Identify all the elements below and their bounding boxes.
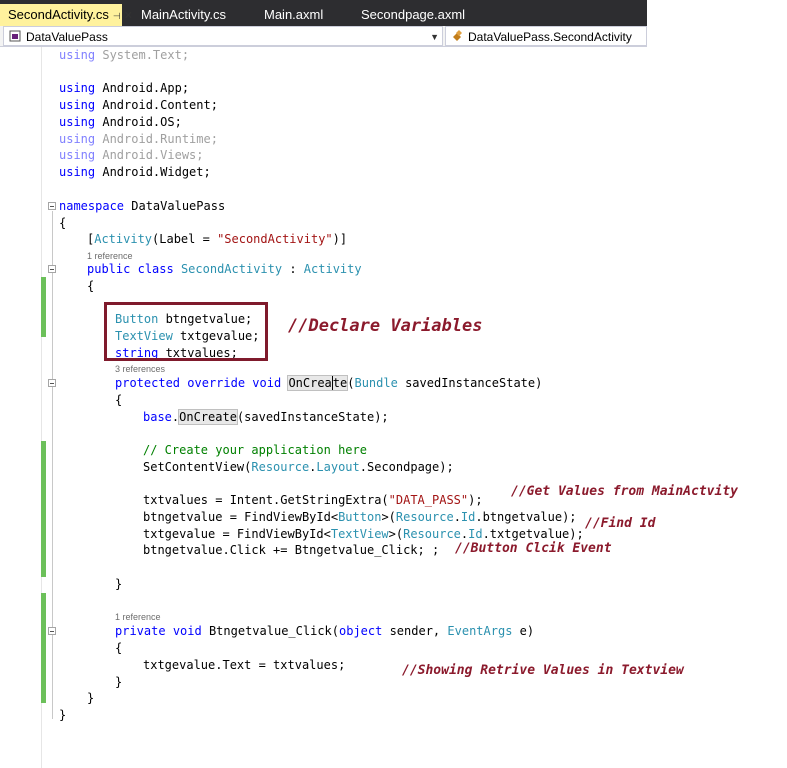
outline-line [52, 211, 53, 719]
change-marker [41, 441, 46, 577]
collapse-click-handler-icon[interactable] [48, 627, 56, 635]
pin-icon[interactable]: ⊣ [113, 11, 121, 21]
code-line: txtgevalue.Text = txtvalues; [143, 658, 346, 672]
highlighted-symbol[interactable]: OnCreate [287, 375, 349, 391]
code-line: using System.Text; [59, 48, 190, 62]
code-line: } [115, 577, 123, 591]
tab-label: MainActivity.cs [141, 7, 226, 22]
change-marker [41, 593, 46, 703]
tab-secondactivity-cs[interactable]: SecondActivity.cs ⊣ ✕ [0, 4, 133, 26]
codelens-references[interactable]: 3 references [115, 364, 165, 374]
code-line: using Android.Content; [59, 98, 218, 112]
code-line: txtgevalue = FindViewById<TextView>(Reso… [143, 527, 584, 541]
code-line: protected override void OnCreate(Bundle … [115, 375, 543, 391]
code-line: [Activity(Label = "SecondActivity")] [87, 232, 348, 246]
code-line: { [87, 279, 95, 293]
code-line: base.OnCreate(savedInstanceState); [143, 409, 389, 425]
tab-label: Main.axml [264, 7, 324, 22]
code-line: namespace DataValuePass [59, 199, 226, 213]
tab-mainactivity-cs[interactable]: MainActivity.cs [133, 4, 251, 26]
codelens-references[interactable]: 1 reference [115, 612, 161, 622]
annotation-declare-variables: //Declare Variables [288, 316, 483, 336]
code-line: } [59, 708, 67, 722]
annotation-get-values: //Get Values from MainActvity [511, 484, 738, 499]
collapse-namespace-icon[interactable] [48, 202, 56, 210]
codelens-references[interactable]: 1 reference [87, 251, 133, 261]
annotation-showing-values: //Showing Retrive Values in Textview [402, 663, 684, 678]
code-line: txtvalues = Intent.GetStringExtra("DATA_… [143, 493, 483, 507]
code-line: { [115, 641, 123, 655]
close-icon[interactable]: ✕ [124, 10, 133, 22]
class-icon [453, 30, 462, 41]
navigation-bar: DataValuePass ▼ DataValuePass.SecondActi… [0, 26, 647, 47]
code-line: public class SecondActivity : Activity [87, 262, 362, 276]
code-line: SetContentView(Resource.Layout.Secondpag… [143, 460, 454, 474]
code-line: btngetvalue.Click += Btngetvalue_Click; … [143, 543, 440, 557]
document-tab-strip: SecondActivity.cs ⊣ ✕ MainActivity.cs Main… [0, 0, 647, 26]
type-dropdown-label: DataValuePass.SecondActivity [468, 30, 632, 44]
annotation-button-click-event: //Button Clcik Event [455, 541, 612, 556]
code-line: using Android.Views; [59, 148, 204, 162]
csharp-project-icon [9, 30, 21, 42]
chevron-down-icon: ▼ [430, 32, 439, 42]
code-comment: // Create your application here [143, 443, 367, 457]
type-dropdown[interactable]: DataValuePass.SecondActivity [445, 26, 647, 46]
tab-secondpage-axml[interactable]: Secondpage.axml [353, 4, 491, 26]
code-line: btngetvalue = FindViewById<Button>(Resou… [143, 510, 577, 524]
code-line: using Android.Widget; [59, 165, 211, 179]
declaration-highlight-box [104, 302, 268, 361]
project-dropdown-label: DataValuePass [26, 30, 108, 44]
tab-label: SecondActivity.cs [8, 7, 109, 22]
tab-label: Secondpage.axml [361, 7, 466, 22]
code-line: using Android.OS; [59, 115, 182, 129]
collapse-oncreate-icon[interactable] [48, 379, 56, 387]
annotation-find-id: //Find Id [585, 516, 656, 531]
code-line: private void Btngetvalue_Click(object se… [115, 624, 535, 638]
tab-main-axml[interactable]: Main.axml [256, 4, 346, 26]
code-line: } [115, 675, 123, 689]
code-line: } [87, 691, 95, 705]
code-editor[interactable]: using System.Text; using Android.App; us… [0, 47, 647, 768]
code-line: { [59, 216, 67, 230]
code-line: { [115, 393, 123, 407]
change-marker [41, 277, 46, 337]
code-line: using Android.Runtime; [59, 132, 218, 146]
collapse-class-icon[interactable] [48, 265, 56, 273]
project-dropdown[interactable]: DataValuePass ▼ [3, 26, 443, 46]
code-line: using Android.App; [59, 81, 190, 95]
